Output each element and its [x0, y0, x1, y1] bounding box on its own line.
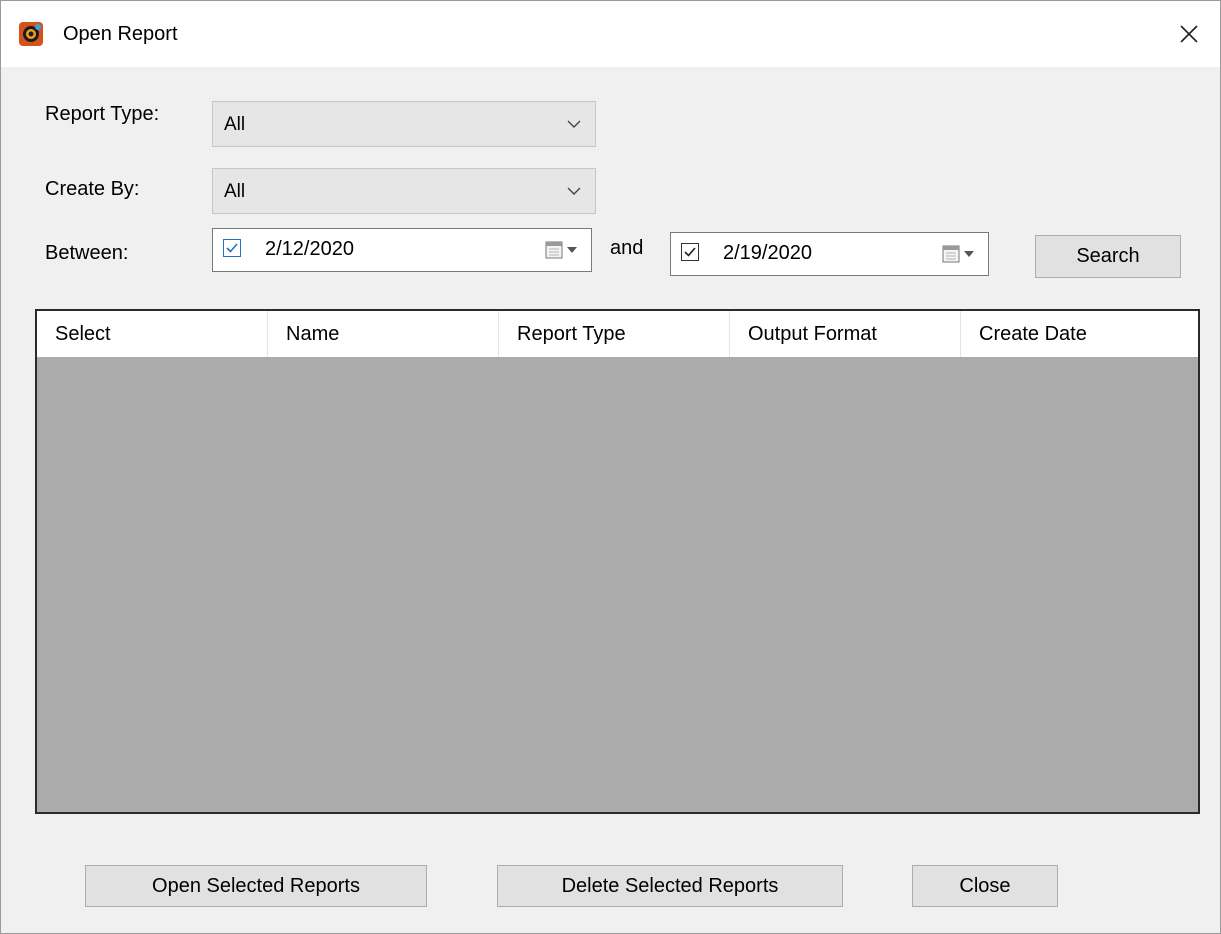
column-header-select[interactable]: Select	[37, 311, 268, 357]
create-by-value: All	[224, 181, 246, 202]
to-date-checkbox[interactable]	[681, 243, 699, 261]
from-date-value: 2/12/2020	[265, 238, 354, 260]
app-icon	[19, 22, 43, 46]
table-body	[37, 357, 1198, 812]
reports-table: Select Name Report Type Output Format Cr…	[35, 309, 1200, 814]
report-type-value: All	[224, 114, 246, 135]
checkbox-checked-icon	[684, 247, 696, 257]
calendar-icon[interactable]	[545, 239, 579, 261]
search-button[interactable]: Search	[1035, 235, 1181, 278]
create-by-label: Create By:	[45, 178, 140, 200]
close-button[interactable]: Close	[912, 865, 1058, 907]
from-date-picker[interactable]: 2/12/2020	[212, 228, 592, 272]
column-header-output-format[interactable]: Output Format	[730, 311, 961, 357]
chevron-down-icon	[567, 187, 581, 195]
column-header-create-date[interactable]: Create Date	[961, 311, 1198, 357]
create-by-select[interactable]: All	[212, 168, 596, 214]
to-date-picker[interactable]: 2/19/2020	[670, 232, 989, 276]
column-header-name[interactable]: Name	[268, 311, 499, 357]
open-selected-reports-button[interactable]: Open Selected Reports	[85, 865, 427, 907]
report-type-label: Report Type:	[45, 103, 160, 125]
checkbox-checked-icon	[226, 243, 238, 253]
close-icon	[1180, 25, 1198, 43]
open-report-dialog: Open Report Report Type: All Create By: …	[0, 0, 1221, 934]
between-label: Between:	[45, 242, 129, 264]
and-label: and	[610, 237, 644, 259]
dialog-title: Open Report	[63, 23, 178, 45]
column-header-report-type[interactable]: Report Type	[499, 311, 730, 357]
from-date-checkbox[interactable]	[223, 239, 241, 257]
calendar-icon[interactable]	[942, 243, 976, 265]
title-bar: Open Report	[1, 1, 1220, 67]
report-type-select[interactable]: All	[212, 101, 596, 147]
to-date-value: 2/19/2020	[723, 242, 812, 264]
close-window-button[interactable]	[1158, 1, 1220, 67]
table-header: Select Name Report Type Output Format Cr…	[37, 311, 1198, 357]
chevron-down-icon	[567, 120, 581, 128]
delete-selected-reports-button[interactable]: Delete Selected Reports	[497, 865, 843, 907]
